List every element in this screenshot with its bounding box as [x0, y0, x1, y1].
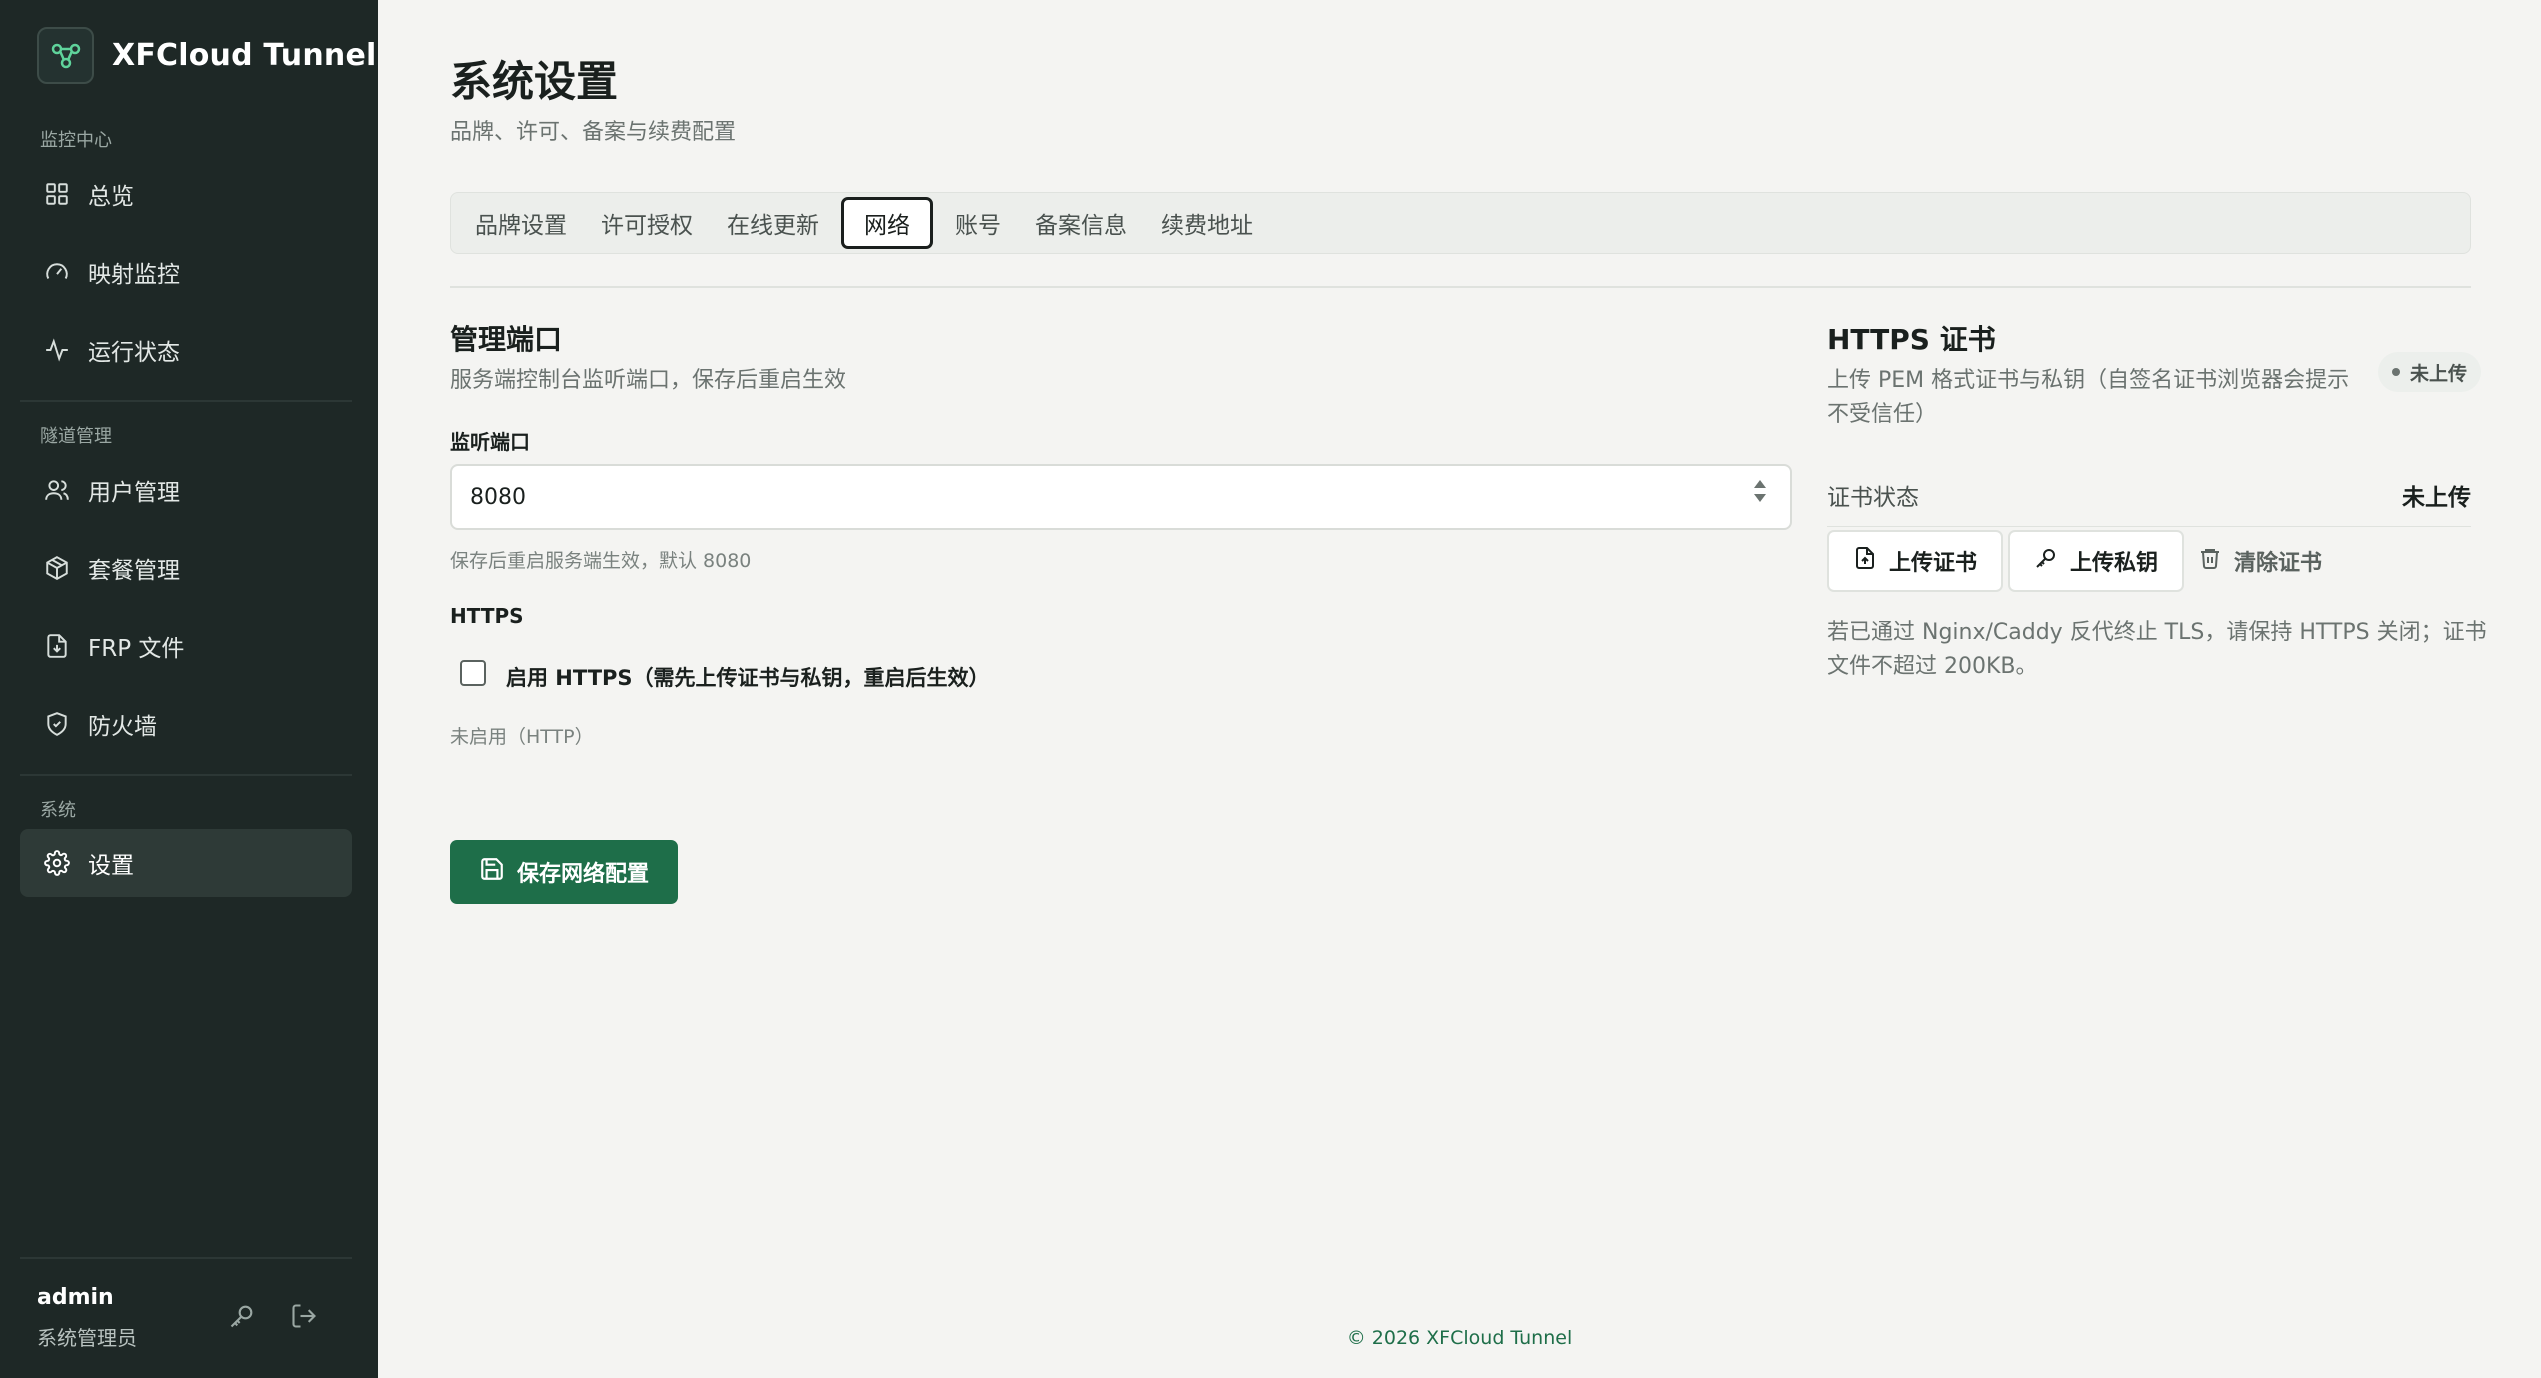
sidebar-item-label: 设置 — [88, 853, 134, 879]
app-root: XFCloud Tunnel 监控中心 总览 映射监控 运行状态 隧道管理 用户… — [0, 0, 2541, 1378]
https-label: HTTPS — [450, 604, 524, 628]
sidebar-item-label: 防火墙 — [88, 714, 157, 740]
sidebar-item-label: FRP 文件 — [88, 636, 185, 662]
gauge-icon — [42, 257, 72, 287]
gear-icon — [42, 848, 72, 878]
save-button-label: 保存网络配置 — [516, 862, 649, 887]
main-content: 系统设置 品牌、许可、备案与续费配置 品牌设置 许可授权 在线更新 网络 账号 … — [378, 0, 2541, 1378]
sidebar-item-label: 用户管理 — [88, 480, 180, 506]
file-download-icon — [42, 631, 72, 661]
save-network-button[interactable]: 保存网络配置 — [450, 840, 678, 904]
cert-status-badge: 未上传 — [2378, 352, 2482, 392]
stepper-up-icon[interactable] — [1754, 480, 1766, 488]
sidebar-item-label: 运行状态 — [88, 340, 180, 366]
sidebar-item-frp-files[interactable]: FRP 文件 — [20, 612, 352, 680]
cert-section-title: HTTPS 证书 — [1827, 323, 1996, 356]
divider — [20, 1257, 352, 1259]
clear-cert-button[interactable]: 清除证书 — [2174, 530, 2346, 592]
upload-cert-label: 上传证书 — [1889, 551, 1978, 576]
sidebar-item-mapping-monitor[interactable]: 映射监控 — [20, 238, 352, 306]
tab-renewal-url[interactable]: 续费地址 — [1149, 197, 1265, 249]
https-status-hint: 未启用（HTTP） — [450, 726, 594, 748]
tab-license[interactable]: 许可授权 — [589, 197, 705, 249]
divider — [1827, 526, 2471, 527]
https-checkbox[interactable] — [460, 660, 486, 686]
app-name: XFCloud Tunnel — [112, 38, 377, 73]
upload-key-button[interactable]: 上传私钥 — [2008, 530, 2185, 592]
sidebar-item-label: 套餐管理 — [88, 558, 180, 584]
status-dot-icon — [2392, 368, 2400, 376]
divider — [1827, 286, 2471, 288]
sidebar-item-overview[interactable]: 总览 — [20, 160, 352, 228]
page-title: 系统设置 — [450, 57, 619, 106]
tab-network[interactable]: 网络 — [841, 197, 933, 249]
divider — [20, 400, 352, 402]
port-input[interactable] — [450, 464, 1792, 530]
stepper-down-icon[interactable] — [1754, 494, 1766, 502]
logo-icon — [37, 27, 94, 84]
port-hint: 保存后重启服务端生效，默认 8080 — [450, 550, 752, 572]
brand[interactable]: XFCloud Tunnel — [37, 27, 376, 84]
footer-copyright: © 2026 XFCloud Tunnel — [1346, 1327, 1573, 1349]
user-block: admin 系统管理员 — [37, 1285, 137, 1351]
sidebar-item-firewall[interactable]: 防火墙 — [20, 690, 352, 758]
sidebar-item-label: 总览 — [88, 184, 134, 210]
cert-status-label: 证书状态 — [1827, 485, 1919, 511]
cert-status-value: 未上传 — [2402, 485, 2471, 511]
settings-tabs: 品牌设置 许可授权 在线更新 网络 账号 备案信息 续费地址 — [450, 192, 2471, 254]
upload-key-label: 上传私钥 — [2070, 551, 2159, 576]
user-actions — [226, 1300, 320, 1332]
nav-section-monitor: 监控中心 — [40, 130, 112, 151]
tab-brand[interactable]: 品牌设置 — [463, 197, 579, 249]
key-icon[interactable] — [226, 1300, 258, 1332]
sidebar-item-settings[interactable]: 设置 — [20, 829, 352, 897]
user-name: admin — [37, 1285, 114, 1310]
clear-cert-label: 清除证书 — [2234, 551, 2323, 576]
tab-online-update[interactable]: 在线更新 — [715, 197, 831, 249]
tab-account[interactable]: 账号 — [943, 197, 1013, 249]
port-section-title: 管理端口 — [450, 323, 563, 356]
port-section-desc: 服务端控制台监听端口，保存后重启生效 — [450, 368, 847, 393]
file-upload-icon — [1853, 546, 1877, 576]
package-icon — [42, 553, 72, 583]
sidebar-item-runtime-status[interactable]: 运行状态 — [20, 316, 352, 384]
shield-icon — [42, 709, 72, 739]
nav-section-tunnel: 隧道管理 — [40, 426, 112, 447]
trash-icon — [2198, 546, 2222, 576]
upload-cert-button[interactable]: 上传证书 — [1827, 530, 2004, 592]
nav-section-system: 系统 — [40, 800, 76, 821]
port-field-label: 监听端口 — [450, 430, 530, 454]
https-checkbox-label[interactable]: 启用 HTTPS（需先上传证书与私钥，重启后生效） — [506, 662, 990, 692]
page-subtitle: 品牌、许可、备案与续费配置 — [450, 120, 737, 145]
divider — [20, 774, 352, 776]
sidebar-item-label: 映射监控 — [88, 262, 180, 288]
port-stepper[interactable] — [1754, 480, 1766, 502]
sidebar-item-users[interactable]: 用户管理 — [20, 456, 352, 524]
activity-icon — [42, 335, 72, 365]
sidebar: XFCloud Tunnel 监控中心 总览 映射监控 运行状态 隧道管理 用户… — [0, 0, 378, 1378]
key-icon — [2034, 546, 2058, 576]
badge-label: 未上传 — [2410, 362, 2468, 385]
sidebar-item-packages[interactable]: 套餐管理 — [20, 534, 352, 602]
cert-note: 若已通过 Nginx/Caddy 反代终止 TLS，请保持 HTTPS 关闭；证… — [1827, 620, 2487, 679]
users-icon — [42, 475, 72, 505]
cert-section-desc: 上传 PEM 格式证书与私钥（自签名证书浏览器会提示不受信任） — [1827, 368, 2350, 427]
user-role: 系统管理员 — [37, 1326, 137, 1350]
tab-icp-record[interactable]: 备案信息 — [1023, 197, 1139, 249]
save-icon — [479, 856, 505, 888]
grid-icon — [42, 179, 72, 209]
logout-icon[interactable] — [288, 1300, 320, 1332]
